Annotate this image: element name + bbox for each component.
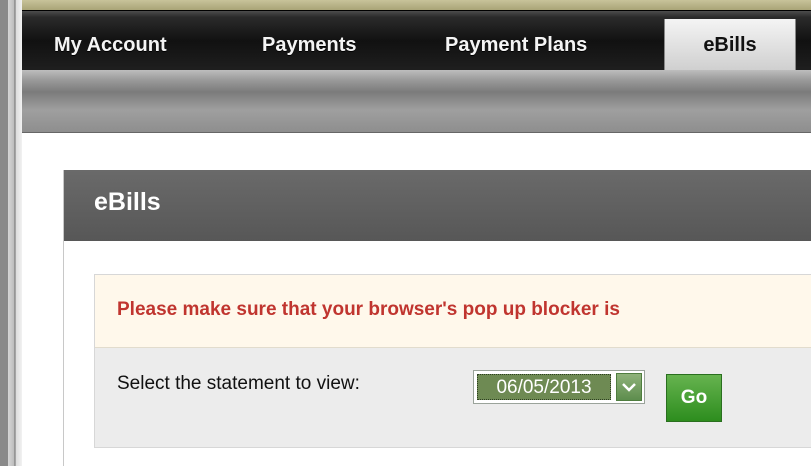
go-button[interactable]: Go (666, 374, 722, 422)
panel-title: eBills (94, 188, 161, 216)
popup-blocker-notice: Please make sure that your browser's pop… (95, 275, 811, 348)
statement-select[interactable]: 06/05/2013 (473, 370, 645, 404)
nav-item-payment-plans[interactable]: Payment Plans (445, 19, 587, 71)
top-accent-bar (22, 0, 811, 10)
nav-item-payments[interactable]: Payments (262, 19, 357, 71)
sub-nav-bar (22, 70, 811, 133)
ebills-panel: eBills Please make sure that your browse… (63, 170, 811, 466)
panel-header: eBills (64, 170, 811, 241)
chevron-down-icon[interactable] (616, 373, 642, 401)
statement-form-row: Select the statement to view: 06/05/2013… (95, 348, 811, 447)
ebills-content: Please make sure that your browser's pop… (94, 274, 811, 448)
chevron-down-icon-svg (622, 383, 636, 392)
notice-text: Please make sure that your browser's pop… (117, 299, 620, 320)
left-window-border (0, 0, 22, 466)
statement-selected-value: 06/05/2013 (477, 374, 611, 400)
main-nav: My Account Payments Payment Plans eBills (22, 10, 811, 71)
nav-item-my-account[interactable]: My Account (54, 19, 167, 71)
statement-label: Select the statement to view: (117, 373, 360, 394)
nav-item-ebills[interactable]: eBills (664, 19, 796, 71)
